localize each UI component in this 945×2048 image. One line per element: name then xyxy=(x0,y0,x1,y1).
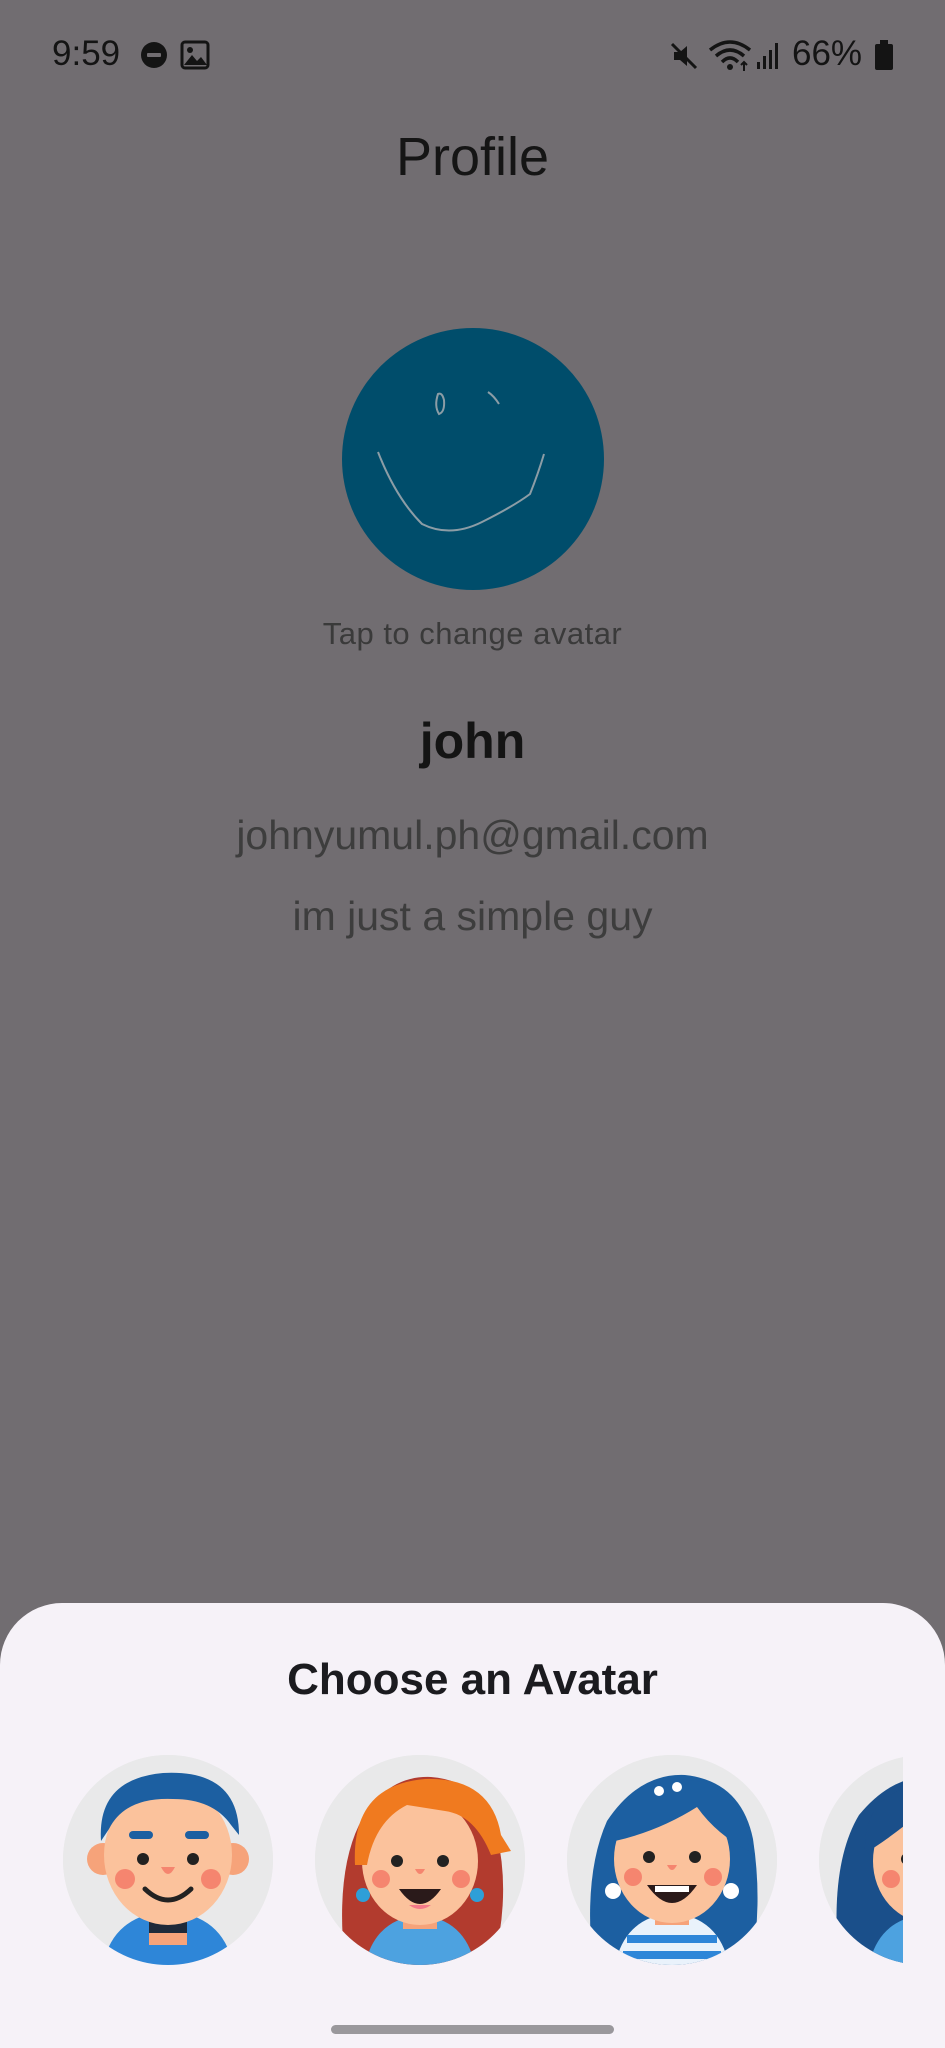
avatar-option-2[interactable] xyxy=(315,1755,525,1965)
user-email: johnyumul.ph@gmail.com xyxy=(236,812,709,858)
status-bar: 9:59 66% xyxy=(0,0,945,110)
do-not-disturb-icon xyxy=(141,42,167,68)
page-title: Profile xyxy=(395,127,550,187)
battery-icon xyxy=(875,40,893,70)
battery-percentage: 66% xyxy=(792,34,863,73)
avatar-option-3[interactable] xyxy=(567,1755,777,1965)
user-bio: im just a simple guy xyxy=(292,893,653,939)
sheet-title: Choose an Avatar xyxy=(287,1655,658,1704)
user-name: john xyxy=(419,713,526,769)
avatar-option-4[interactable] xyxy=(819,1755,903,1965)
profile-avatar-button[interactable] xyxy=(342,328,604,590)
wifi-icon xyxy=(708,40,752,71)
boy-avatar-icon xyxy=(63,1755,273,1965)
signal-icon xyxy=(757,43,778,69)
avatar-options-list[interactable] xyxy=(0,1755,903,1967)
mute-icon xyxy=(670,42,698,70)
girl-orange-hair-avatar-icon xyxy=(315,1755,525,1965)
home-indicator[interactable] xyxy=(331,2025,614,2034)
girl-dark-hair-avatar-icon xyxy=(819,1755,903,1965)
girl-blue-hair-avatar-icon xyxy=(567,1755,777,1965)
avatar-hint: Tap to change avatar xyxy=(322,616,623,651)
gallery-icon xyxy=(180,40,210,70)
smiley-doodle-icon xyxy=(377,391,545,532)
avatar-bottom-sheet: Choose an Avatar xyxy=(0,1603,945,2048)
status-time: 9:59 xyxy=(52,34,121,73)
avatar-option-1[interactable] xyxy=(63,1755,273,1965)
